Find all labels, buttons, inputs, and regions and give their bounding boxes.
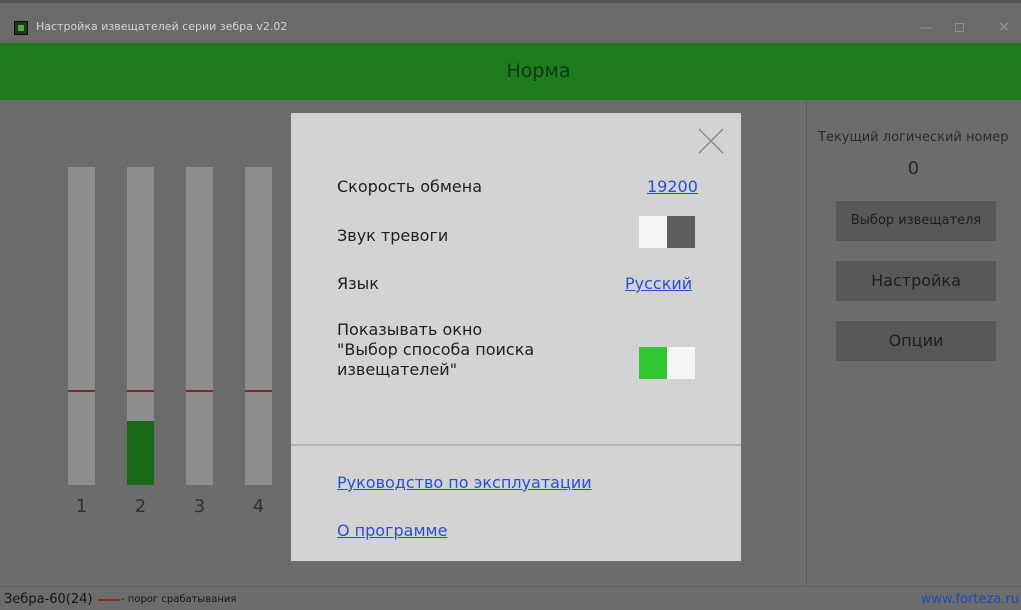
status-text: Норма xyxy=(506,60,571,82)
window-title: Настройка извещателей серии зебра v2.02 xyxy=(36,20,288,33)
maximize-icon xyxy=(954,23,964,32)
threshold-line xyxy=(186,390,213,392)
website-link[interactable]: www.forteza.ru xyxy=(921,592,1019,607)
select-detector-button[interactable]: Выбор извещателя xyxy=(836,201,996,241)
threshold-legend-text: - порог срабатывания xyxy=(121,594,237,605)
user-manual-link[interactable]: Руководство по эксплуатации xyxy=(337,473,592,492)
about-link[interactable]: О программе xyxy=(337,521,447,540)
logical-number-value: 0 xyxy=(907,158,920,179)
device-model: Зебра-60(24) xyxy=(4,592,93,607)
minimize-button[interactable]: — xyxy=(913,16,939,38)
alarm-sound-toggle[interactable] xyxy=(639,216,695,248)
toggle-left-segment xyxy=(639,216,667,248)
show-search-window-label-line: извещателей" xyxy=(337,360,458,379)
exchange-speed-label: Скорость обмена xyxy=(337,177,483,196)
channel-bar-4 xyxy=(245,167,272,485)
status-banner: Норма xyxy=(0,43,1021,100)
options-dialog: Скорость обмена 19200 Звук тревоги Язык … xyxy=(291,113,741,561)
logical-number-caption: Текущий логический номер xyxy=(818,130,1009,145)
show-search-window-label-line: Показывать окно xyxy=(337,320,483,339)
channel-bar-3 xyxy=(186,167,213,485)
channel-number: 1 xyxy=(75,496,88,517)
show-search-window-label-line: "Выбор способа поиска xyxy=(337,340,535,359)
alarm-sound-label: Звук тревоги xyxy=(337,226,449,245)
threshold-line xyxy=(68,390,95,392)
channel-number: 2 xyxy=(134,496,147,517)
show-search-window-label: Показывать окно "Выбор способа поиска из… xyxy=(337,320,534,380)
options-button[interactable]: Опции xyxy=(836,321,996,361)
dialog-separator xyxy=(291,444,741,446)
toggle-right-segment xyxy=(667,216,695,248)
exchange-speed-link[interactable]: 19200 xyxy=(647,177,698,196)
language-label: Язык xyxy=(337,274,379,293)
channel-number: 4 xyxy=(252,496,265,517)
threshold-line xyxy=(127,390,154,392)
app-icon xyxy=(14,21,28,35)
threshold-line xyxy=(245,390,272,392)
window-close-button[interactable]: ✕ xyxy=(991,16,1017,38)
channel-number: 3 xyxy=(193,496,206,517)
level-fill xyxy=(127,421,154,485)
toggle-right-segment xyxy=(667,347,695,379)
close-icon[interactable] xyxy=(695,125,727,157)
language-link[interactable]: Русский xyxy=(625,274,692,293)
app-window: Настройка извещателей серии зебра v2.02 … xyxy=(0,0,1021,610)
settings-button[interactable]: Настройка xyxy=(836,261,996,301)
footer-bar: Зебра-60(24) - порог срабатывания www.fo… xyxy=(0,586,1021,610)
toggle-left-segment xyxy=(639,347,667,379)
show-search-window-toggle[interactable] xyxy=(639,347,695,379)
channel-bar-2 xyxy=(127,167,154,485)
threshold-legend-line xyxy=(98,599,120,601)
channel-bar-1 xyxy=(68,167,95,485)
title-bar: Настройка извещателей серии зебра v2.02 … xyxy=(0,0,1021,43)
maximize-button[interactable] xyxy=(946,16,972,38)
